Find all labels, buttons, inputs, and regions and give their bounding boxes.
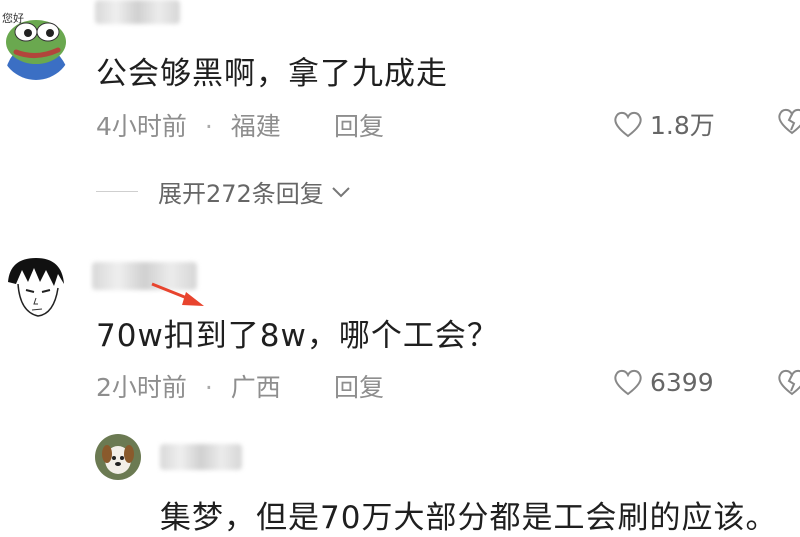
comment-location: 福建 (230, 112, 281, 141)
reply-button[interactable]: 回复 (334, 368, 384, 404)
comment-text: 公会够黑啊，拿了九成走 (96, 56, 448, 92)
reply-text: 集梦，但是70万大部分都是工会刷的应该。 (160, 500, 778, 536)
broken-heart-icon (778, 369, 800, 396)
comment-meta: 2小时前 · 广西 (96, 368, 281, 404)
expand-replies-button[interactable]: 展开272条回复 (158, 174, 352, 209)
like-button[interactable]: 6399 (612, 367, 714, 397)
dislike-button[interactable] (776, 367, 800, 399)
meta-separator: · (204, 112, 213, 141)
comment-meta: 4小时前 · 福建 (96, 107, 281, 143)
dislike-button[interactable] (776, 106, 800, 138)
broken-heart-icon (778, 108, 800, 135)
comment-time: 2小时前 (96, 373, 187, 402)
like-button[interactable]: 1.8万 (612, 106, 715, 142)
avatar-badge: 您好 (2, 13, 24, 25)
comment-location: 广西 (230, 373, 281, 402)
reply-button[interactable]: 回复 (334, 107, 384, 143)
username-blurred[interactable] (95, 0, 180, 24)
chevron-down-icon (332, 186, 350, 197)
username-blurred[interactable] (160, 444, 242, 470)
red-arrow-annotation (151, 282, 204, 306)
avatar-dog[interactable] (95, 434, 141, 480)
avatar-sketch[interactable] (0, 252, 72, 324)
meta-separator: · (204, 373, 213, 402)
expand-replies-label: 展开272条回复 (158, 180, 324, 208)
comment-time: 4小时前 (96, 112, 187, 141)
like-count: 6399 (650, 367, 714, 397)
like-count: 1.8万 (650, 111, 715, 140)
heart-outline-icon (614, 111, 642, 138)
heart-outline-icon (614, 369, 642, 396)
comment-text: 70w扣到了8w，哪个工会？ (96, 318, 499, 354)
expand-divider (96, 191, 138, 192)
